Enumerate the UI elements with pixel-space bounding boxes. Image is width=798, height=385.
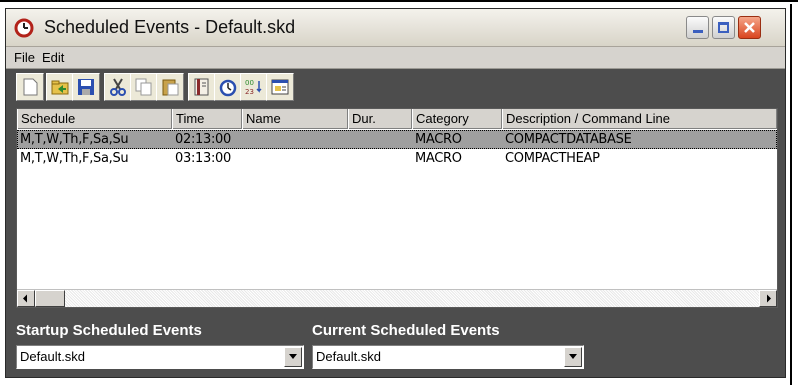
properties-button[interactable] <box>266 73 294 101</box>
cell-description: COMPACTDATABASE <box>505 132 632 147</box>
book-icon <box>194 78 209 96</box>
log-button[interactable] <box>188 73 216 101</box>
paste-icon <box>162 79 179 96</box>
current-events-value: Default.skd <box>316 349 382 364</box>
startup-events-combo[interactable]: Default.skd <box>16 345 304 369</box>
menu-edit[interactable]: Edit <box>42 50 64 65</box>
svg-text:00: 00 <box>245 79 254 87</box>
copy-icon <box>135 78 152 96</box>
cell-name <box>242 131 351 148</box>
cell-duration <box>348 150 415 167</box>
column-header-description[interactable]: Description / Command Line <box>502 109 777 129</box>
scheduled-events-list[interactable]: Schedule Time Name Dur. Category Descrip… <box>16 108 778 308</box>
table-row[interactable]: M,T,W,Th,F,Sa,Su 03:13:00 MACRO COMPACTH… <box>17 149 777 168</box>
current-dropdown-button[interactable] <box>564 347 582 367</box>
app-clock-icon <box>14 18 34 38</box>
menu-bar: File Edit <box>6 47 785 69</box>
startup-events-label: Startup Scheduled Events <box>16 322 202 339</box>
top-border-line <box>0 0 798 2</box>
scroll-left-button[interactable] <box>17 290 35 307</box>
chevron-down-icon <box>569 354 577 359</box>
startup-events-value: Default.skd <box>20 349 86 364</box>
horizontal-scrollbar[interactable] <box>17 289 777 307</box>
cut-button[interactable] <box>104 73 132 101</box>
close-button[interactable] <box>738 16 761 39</box>
current-events-label: Current Scheduled Events <box>312 322 500 339</box>
minimize-button[interactable] <box>686 16 709 39</box>
chevron-down-icon <box>289 354 297 359</box>
arrow-right-icon <box>767 294 771 303</box>
scroll-thumb[interactable] <box>35 290 65 307</box>
arrow-left-icon <box>23 294 27 303</box>
copy-button[interactable] <box>130 73 158 101</box>
column-header-time[interactable]: Time <box>172 109 242 129</box>
maximize-button[interactable] <box>712 16 735 39</box>
cell-schedule: M,T,W,Th,F,Sa,Su <box>20 151 129 166</box>
save-button[interactable] <box>72 73 100 101</box>
svg-text:23: 23 <box>245 88 254 96</box>
column-header-duration[interactable]: Dur. <box>348 109 412 129</box>
cell-category: MACRO <box>415 151 462 166</box>
cell-category: MACRO <box>415 132 462 147</box>
list-header: Schedule Time Name Dur. Category Descrip… <box>17 109 777 129</box>
properties-icon <box>271 79 289 95</box>
column-header-category[interactable]: Category <box>412 109 502 129</box>
new-button[interactable] <box>16 73 44 101</box>
cell-schedule: M,T,W,Th,F,Sa,Su <box>20 132 129 147</box>
current-events-combo[interactable]: Default.skd <box>312 345 584 369</box>
column-header-name[interactable]: Name <box>242 109 348 129</box>
toolbar: 00 23 <box>16 73 396 101</box>
cell-duration <box>348 131 415 148</box>
new-file-icon <box>23 78 38 96</box>
cut-scissors-icon <box>110 78 126 96</box>
renumber-button[interactable]: 00 23 <box>240 73 268 101</box>
clock-icon <box>219 79 237 97</box>
maximize-icon <box>718 22 729 33</box>
cell-description: COMPACTHEAP <box>505 151 600 166</box>
cell-name <box>242 150 351 167</box>
cell-time: 03:13:00 <box>175 151 231 166</box>
scheduled-events-window: Scheduled Events - Default.skd File Edit <box>5 8 786 378</box>
cell-time: 02:13:00 <box>175 132 231 147</box>
minimize-icon <box>693 30 703 33</box>
timer-button[interactable] <box>214 73 242 101</box>
paste-button[interactable] <box>156 73 184 101</box>
table-row[interactable]: M,T,W,Th,F,Sa,Su 02:13:00 MACRO COMPACTD… <box>17 130 777 149</box>
right-border-line <box>790 4 792 385</box>
title-bar[interactable]: Scheduled Events - Default.skd <box>6 9 785 47</box>
save-disk-icon <box>78 79 94 95</box>
startup-dropdown-button[interactable] <box>284 347 302 367</box>
menu-file[interactable]: File <box>14 50 35 65</box>
number-sort-icon: 0023 <box>245 79 262 96</box>
scroll-right-button[interactable] <box>759 290 777 307</box>
open-button[interactable] <box>46 73 74 101</box>
close-icon <box>744 22 755 33</box>
window-title: Scheduled Events - Default.skd <box>44 17 296 37</box>
open-folder-icon <box>51 80 69 95</box>
column-header-schedule[interactable]: Schedule <box>17 109 172 129</box>
